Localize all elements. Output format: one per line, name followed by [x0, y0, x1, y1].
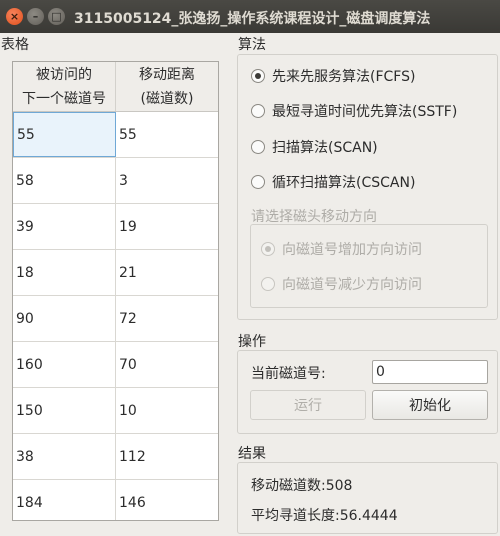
table-body: 55 55 58 3 39 19 18 21 90 72 160 70 150 10 38 112 184 146	[13, 112, 218, 520]
result-table: 被访问的下一个磁道号 移动距离 (磁道数) 55 55 58 3 39 19 18 21 90 72…	[12, 61, 219, 521]
radio-button-icon[interactable]	[261, 277, 275, 291]
radio-direction-decrease-label: 向磁道号减少方向访问	[282, 277, 422, 293]
cell-distance[interactable]: 21	[116, 250, 218, 295]
cell-distance[interactable]: 55	[116, 112, 218, 157]
table-row[interactable]: 39 19	[13, 204, 218, 250]
init-button[interactable]: 初始化	[372, 390, 488, 420]
radio-button-icon[interactable]	[251, 140, 265, 154]
column-header-track-line1: 被访问的	[36, 66, 92, 83]
radio-direction-increase[interactable]: 向磁道号增加方向访问	[261, 239, 422, 259]
table-row[interactable]: 150 10	[13, 388, 218, 434]
cell-track[interactable]: 90	[13, 296, 116, 341]
column-header-track[interactable]: 被访问的下一个磁道号	[13, 62, 116, 111]
cell-track[interactable]: 18	[13, 250, 116, 295]
cell-track[interactable]: 58	[13, 158, 116, 203]
cell-track[interactable]: 184	[13, 480, 116, 520]
cell-track[interactable]: 55	[13, 112, 116, 157]
run-button[interactable]: 运行	[250, 390, 366, 420]
radio-button-icon[interactable]	[251, 175, 265, 189]
radio-button-icon[interactable]	[261, 242, 275, 256]
radio-button-icon[interactable]	[251, 69, 265, 83]
radio-direction-increase-label: 向磁道号增加方向访问	[282, 242, 422, 258]
close-icon[interactable]: ×	[6, 8, 23, 25]
table-row[interactable]: 90 72	[13, 296, 218, 342]
cell-distance[interactable]: 70	[116, 342, 218, 387]
avg-seek-text: 平均寻道长度:56.4444	[251, 508, 398, 524]
table-row[interactable]: 18 21	[13, 250, 218, 296]
table-row[interactable]: 55 55	[13, 112, 218, 158]
column-header-track-line2: 下一个磁道号	[22, 90, 106, 107]
radio-scan[interactable]: 扫描算法(SCAN)	[251, 137, 378, 157]
table-row[interactable]: 160 70	[13, 342, 218, 388]
direction-label: 请选择磁头移动方向	[251, 209, 377, 225]
radio-cscan[interactable]: 循环扫描算法(CSCAN)	[251, 172, 415, 192]
radio-sstf-label: 最短寻道时间优先算法(SSTF)	[272, 104, 458, 120]
cell-distance[interactable]: 19	[116, 204, 218, 249]
direction-group	[250, 224, 488, 308]
cell-track[interactable]: 160	[13, 342, 116, 387]
result-section-label: 结果	[238, 446, 266, 462]
minimize-icon[interactable]: –	[27, 8, 44, 25]
radio-direction-decrease[interactable]: 向磁道号减少方向访问	[261, 274, 422, 294]
table-section-label: 表格	[1, 37, 29, 53]
cell-distance[interactable]: 10	[116, 388, 218, 433]
current-track-label: 当前磁道号:	[251, 366, 326, 382]
cell-distance[interactable]: 112	[116, 434, 218, 479]
table-row[interactable]: 38 112	[13, 434, 218, 480]
radio-button-icon[interactable]	[251, 104, 265, 118]
radio-scan-label: 扫描算法(SCAN)	[272, 140, 378, 156]
column-header-distance[interactable]: 移动距离 (磁道数)	[116, 62, 218, 111]
radio-fcfs-label: 先来先服务算法(FCFS)	[272, 69, 416, 85]
maximize-icon[interactable]: □	[48, 8, 65, 25]
window-title: 3115005124_张逸扬_操作系统课程设计_磁盘调度算法	[74, 11, 431, 27]
current-track-input[interactable]	[372, 360, 488, 384]
cell-distance[interactable]: 146	[116, 480, 218, 520]
column-header-distance-line2: (磁道数)	[140, 90, 194, 107]
operation-section-label: 操作	[238, 334, 266, 350]
cell-distance[interactable]: 72	[116, 296, 218, 341]
cell-track[interactable]: 38	[13, 434, 116, 479]
cell-track[interactable]: 39	[13, 204, 116, 249]
table-row[interactable]: 184 146	[13, 480, 218, 520]
cell-distance[interactable]: 3	[116, 158, 218, 203]
radio-cscan-label: 循环扫描算法(CSCAN)	[272, 175, 416, 191]
column-header-distance-line1: 移动距离	[139, 66, 195, 83]
radio-fcfs[interactable]: 先来先服务算法(FCFS)	[251, 66, 415, 86]
table-row[interactable]: 58 3	[13, 158, 218, 204]
title-bar: × – □ 3115005124_张逸扬_操作系统课程设计_磁盘调度算法	[0, 0, 500, 33]
table-header: 被访问的下一个磁道号 移动距离 (磁道数)	[13, 62, 218, 112]
moved-tracks-text: 移动磁道数:508	[251, 478, 353, 494]
algorithm-section-label: 算法	[238, 37, 266, 53]
radio-sstf[interactable]: 最短寻道时间优先算法(SSTF)	[251, 101, 457, 121]
cell-track[interactable]: 150	[13, 388, 116, 433]
